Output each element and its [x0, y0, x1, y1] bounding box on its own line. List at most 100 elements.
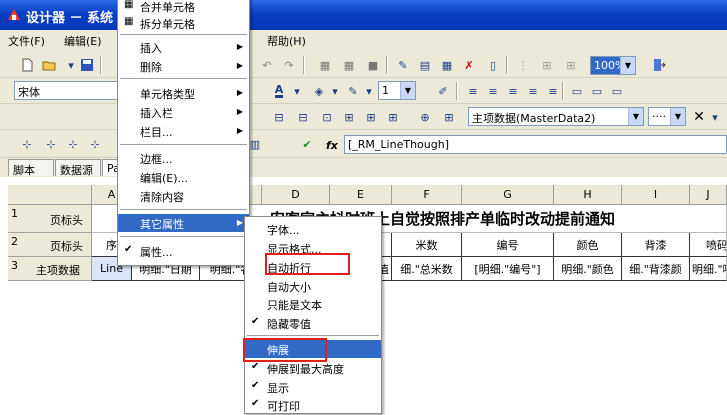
band-detail-icon[interactable]: ⊞: [362, 108, 380, 126]
menu-item-delete[interactable]: 删除 ▶: [118, 57, 249, 75]
table-cell[interactable]: 细."总米数: [392, 257, 462, 281]
menu-item-insert[interactable]: 插入 ▶: [118, 38, 249, 56]
band-options-icon[interactable]: ⊞: [440, 108, 458, 126]
column-header-j[interactable]: J: [690, 185, 727, 205]
tool-b-icon[interactable]: ⊹: [42, 135, 60, 153]
column-header-f[interactable]: F: [392, 185, 462, 205]
submenu-item-text-only[interactable]: 只能是文本: [245, 295, 381, 313]
tab-datasource[interactable]: 数据源: [55, 159, 101, 177]
column-header-i[interactable]: I: [622, 185, 690, 205]
submenu-item-font[interactable]: 字体...: [245, 220, 381, 238]
menu-item-columns[interactable]: 栏目... ▶: [118, 122, 249, 140]
datasource-combo[interactable]: 主项数据(MasterData2) ▼: [468, 107, 644, 126]
redo-icon[interactable]: ↷: [280, 56, 298, 74]
menu-item-properties[interactable]: ✔ 属性...: [118, 242, 249, 260]
table-cell[interactable]: 喷码: [690, 233, 727, 257]
band-group-icon[interactable]: ⊞: [340, 108, 358, 126]
band-bottom-icon[interactable]: ⊟: [294, 108, 312, 126]
row-header-2[interactable]: 2 页标头: [8, 233, 92, 257]
menu-item-insert-column[interactable]: 插入栏 ▶: [118, 103, 249, 121]
row-header-3[interactable]: 3 主项数据: [8, 257, 92, 281]
font-color-icon[interactable]: A: [270, 82, 288, 100]
align-justify-icon[interactable]: ≡: [524, 82, 542, 100]
table-icon[interactable]: ▤: [416, 56, 434, 74]
menu-item-split-cells[interactable]: ▦ 拆分单元格: [118, 14, 249, 32]
dropdown-arrow-icon[interactable]: ▾: [706, 108, 724, 126]
table-cell[interactable]: 编号: [462, 233, 554, 257]
band-insert-icon[interactable]: ⊕: [416, 108, 434, 126]
snap-icon[interactable]: ⊞: [538, 56, 556, 74]
grid-icon[interactable]: ▦: [438, 56, 456, 74]
table-cell[interactable]: [明细."编号"]: [462, 257, 554, 281]
menu-help[interactable]: 帮助(H): [267, 33, 306, 49]
toolbar-separator: [506, 56, 508, 74]
band-header-icon[interactable]: ⊞: [384, 108, 402, 126]
line-style-combo[interactable]: ···· ▼: [648, 107, 686, 126]
table-cell[interactable]: 背漆: [622, 233, 690, 257]
menu-item-other-properties[interactable]: 其它属性 ▶: [118, 214, 249, 232]
new-file-icon[interactable]: [18, 56, 36, 74]
align-center-icon[interactable]: ≡: [484, 82, 502, 100]
tool-c-icon[interactable]: ⊹: [64, 135, 82, 153]
menu-separator: [120, 144, 247, 145]
table-cell[interactable]: 明细."喷: [690, 257, 727, 281]
dropdown-arrow-icon[interactable]: ▾: [360, 82, 378, 100]
valign-top-icon[interactable]: ▭: [568, 82, 586, 100]
table-cell[interactable]: 颜色: [554, 233, 622, 257]
font-name-combo[interactable]: 宋体: [14, 81, 118, 100]
highlight-icon[interactable]: ✐: [434, 82, 452, 100]
line-width-combo[interactable]: 1 ▼: [378, 81, 416, 100]
row-band-label: 主项数据: [36, 264, 80, 277]
copy-format-icon[interactable]: ▦: [316, 56, 334, 74]
column-header-g[interactable]: G: [462, 185, 554, 205]
menu-file[interactable]: 文件(F): [8, 33, 45, 49]
insert-field-icon[interactable]: ✎: [394, 56, 412, 74]
zoom-combo[interactable]: 100% ▼: [590, 56, 636, 75]
menu-item-border[interactable]: 边框...: [118, 149, 249, 167]
table-cell[interactable]: 米数: [392, 233, 462, 257]
undo-icon[interactable]: ↶: [258, 56, 276, 74]
menu-item-edit[interactable]: 编辑(E)...: [118, 168, 249, 186]
column-header-d[interactable]: D: [262, 185, 330, 205]
align-left-icon[interactable]: ≡: [464, 82, 482, 100]
paste-format-icon[interactable]: ▦: [340, 56, 358, 74]
submenu-item-printable[interactable]: ✔ 可打印: [245, 396, 381, 414]
column-header-h[interactable]: H: [554, 185, 622, 205]
delete-icon[interactable]: ✗: [460, 56, 478, 74]
dropdown-arrow-icon[interactable]: ▾: [326, 82, 344, 100]
menu-item-merge-cells[interactable]: ▦ 合并单元格: [118, 0, 249, 15]
tool-d-icon[interactable]: ⊹: [86, 135, 104, 153]
table-cell[interactable]: 细."背漆颜: [622, 257, 690, 281]
check-formula-icon[interactable]: ✔: [298, 135, 316, 153]
menu-item-cell-type[interactable]: 单元格类型 ▶: [118, 84, 249, 102]
row-header-1[interactable]: 1 页标头: [8, 205, 92, 233]
page-icon[interactable]: ▯: [484, 56, 502, 74]
align-grid-icon[interactable]: ⋮: [514, 56, 532, 74]
valign-middle-icon[interactable]: ▭: [588, 82, 606, 100]
distribute-icon[interactable]: ≡: [544, 82, 562, 100]
submenu-arrow-icon: ▶: [236, 42, 243, 51]
dropdown-arrow-icon[interactable]: ▾: [288, 82, 306, 100]
band-top-icon[interactable]: ⊟: [270, 108, 288, 126]
formula-input[interactable]: [_RM_LineThough]: [344, 135, 727, 154]
submenu-item-hide-zero[interactable]: ✔ 隐藏零值: [245, 314, 381, 332]
tool-a-icon[interactable]: ⊹: [18, 135, 36, 153]
show-grid-icon[interactable]: ⊞: [562, 56, 580, 74]
align-right-icon[interactable]: ≡: [504, 82, 522, 100]
menu-item-clear-content[interactable]: 清除内容: [118, 187, 249, 205]
row-band-label: 页标头: [50, 240, 83, 253]
group-icon[interactable]: ■: [364, 56, 382, 74]
tab-script[interactable]: 脚本: [8, 159, 54, 177]
submenu-item-auto-size[interactable]: 自动大小: [245, 277, 381, 295]
submenu-item-visible[interactable]: ✔ 显示: [245, 378, 381, 396]
context-menu: ▦ 合并单元格 ▦ 拆分单元格 插入 ▶ 删除 ▶ 单元格类型 ▶ 插入栏 ▶ 栏目... ▶…: [117, 0, 250, 266]
menu-bar: 文件(F) 编辑(E) 帮助(H): [0, 30, 727, 50]
valign-bottom-icon[interactable]: ▭: [608, 82, 626, 100]
exit-icon[interactable]: [650, 56, 668, 74]
menu-edit[interactable]: 编辑(E): [64, 33, 102, 49]
save-icon[interactable]: [78, 56, 96, 74]
band-fit-icon[interactable]: ⊡: [318, 108, 336, 126]
open-folder-icon[interactable]: [40, 56, 58, 74]
column-header-e[interactable]: E: [330, 185, 392, 205]
table-cell[interactable]: 明细."颜色: [554, 257, 622, 281]
